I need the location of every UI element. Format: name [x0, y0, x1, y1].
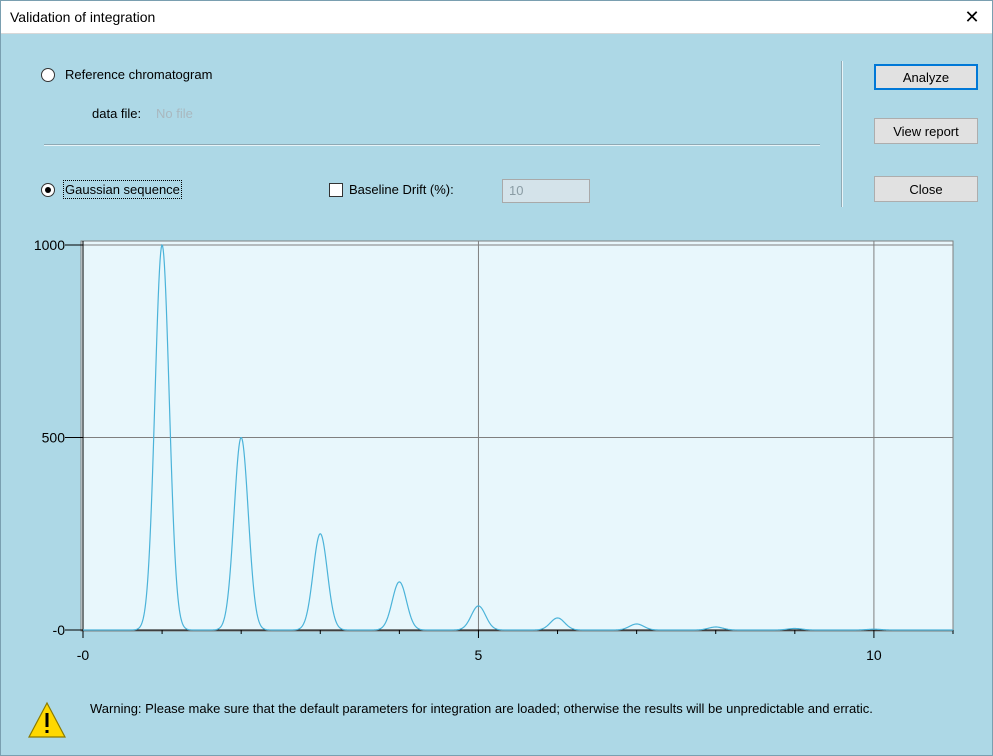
y-tick-label: 1000 [34, 237, 65, 253]
chromatogram-chart: 1000 500 -0 -0 5 10 [34, 237, 954, 663]
x-tick-label: -0 [77, 647, 90, 663]
x-tick-label: 5 [475, 647, 483, 663]
warning-text: Warning: Please make sure that the defau… [90, 701, 873, 716]
y-tick-label: -0 [53, 622, 66, 638]
validation-dialog: Validation of integration ✕ Reference ch… [0, 0, 993, 756]
plot-area [80, 240, 954, 632]
y-tick-label: 500 [42, 430, 66, 446]
x-tick-label: 10 [866, 647, 882, 663]
warning-icon [28, 701, 66, 738]
